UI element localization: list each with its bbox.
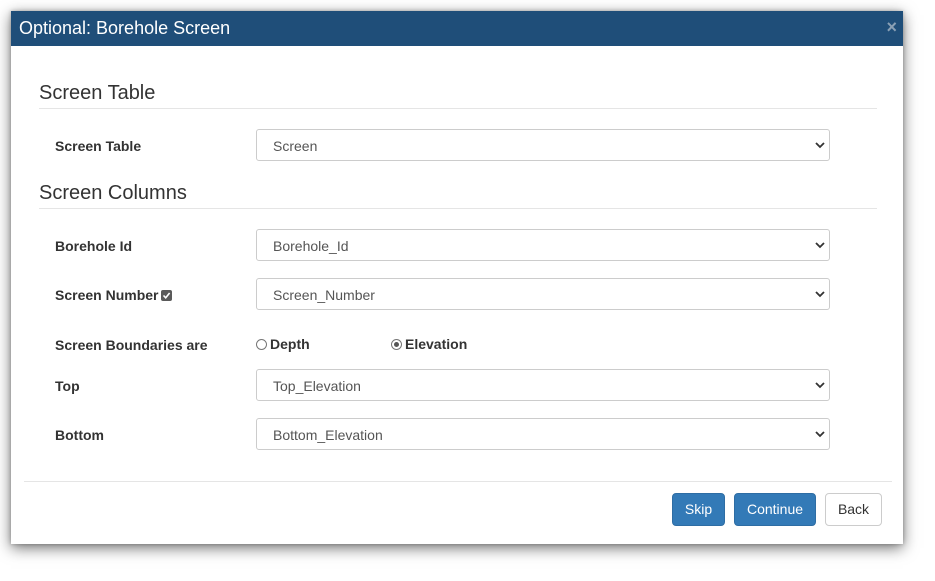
chevron-down-icon <box>815 382 825 389</box>
chevron-down-icon <box>815 431 825 438</box>
borehole-screen-dialog: Optional: Borehole Screen × Screen Table… <box>11 11 903 544</box>
top-select[interactable]: Top_Elevation <box>256 369 830 401</box>
skip-button[interactable]: Skip <box>672 493 725 526</box>
section-heading-screen-columns: Screen Columns <box>39 182 187 204</box>
radio-depth-label: Depth <box>270 336 310 352</box>
borehole-id-select-value: Borehole_Id <box>273 238 349 254</box>
screen-boundaries-label: Screen Boundaries are <box>55 337 208 353</box>
chevron-down-icon <box>815 242 825 249</box>
top-label: Top <box>55 378 80 394</box>
radio-elevation-label: Elevation <box>405 336 468 352</box>
bottom-label: Bottom <box>55 427 104 443</box>
radio-depth[interactable]: Depth <box>256 336 310 352</box>
checkbox-checked-icon[interactable] <box>161 290 173 301</box>
screen-number-label-wrap: Screen Number <box>55 286 173 304</box>
screen-table-select[interactable]: Screen <box>256 129 830 161</box>
close-icon[interactable]: × <box>886 17 897 37</box>
chevron-down-icon <box>815 291 825 298</box>
top-select-value: Top_Elevation <box>273 378 361 394</box>
bottom-select[interactable]: Bottom_Elevation <box>256 418 830 450</box>
screen-table-label: Screen Table <box>55 138 142 154</box>
back-button[interactable]: Back <box>825 493 882 526</box>
radio-depth-circle[interactable] <box>256 339 267 350</box>
bottom-select-value: Bottom_Elevation <box>273 427 383 443</box>
continue-button[interactable]: Continue <box>734 493 816 526</box>
section-divider <box>39 208 877 209</box>
section-heading-screen-table: Screen Table <box>39 82 156 104</box>
footer-divider <box>24 481 892 482</box>
dialog-title: Optional: Borehole Screen <box>19 18 231 38</box>
borehole-id-select[interactable]: Borehole_Id <box>256 229 830 261</box>
radio-elevation-circle[interactable] <box>391 339 402 350</box>
screen-number-select-value: Screen_Number <box>273 287 375 303</box>
screen-number-select[interactable]: Screen_Number <box>256 278 830 310</box>
borehole-id-label: Borehole Id <box>55 238 133 254</box>
chevron-down-icon <box>815 142 825 149</box>
dialog-titlebar: Optional: Borehole Screen × <box>11 11 903 46</box>
screen-number-label: Screen Number <box>55 287 159 303</box>
radio-elevation[interactable]: Elevation <box>391 336 467 352</box>
section-divider <box>39 108 877 109</box>
screen-table-select-value: Screen <box>273 138 318 154</box>
